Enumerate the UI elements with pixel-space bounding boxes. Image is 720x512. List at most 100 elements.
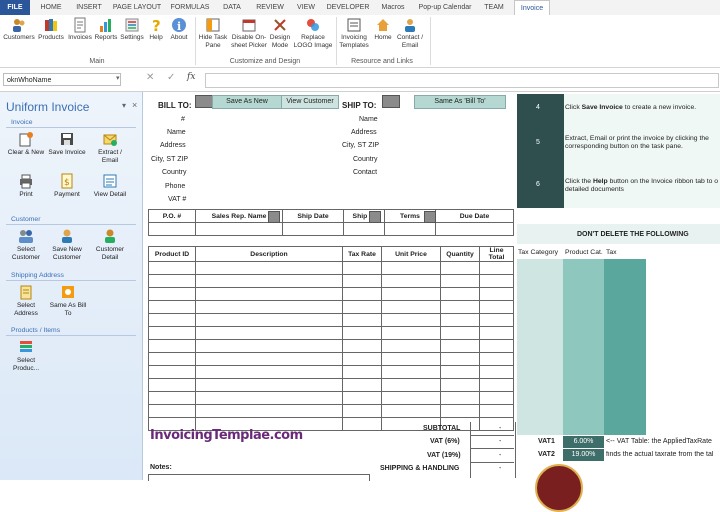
- tab-developer[interactable]: DEVELOPER: [326, 0, 370, 15]
- item-cell[interactable]: [381, 326, 441, 340]
- item-cell[interactable]: [148, 274, 196, 288]
- help-button[interactable]: ? Help: [146, 17, 166, 42]
- pane-dropdown-icon[interactable]: ▾: [122, 101, 126, 110]
- item-cell[interactable]: [440, 378, 480, 392]
- save-new-customer-button[interactable]: Save New Customer: [46, 228, 88, 262]
- item-cell[interactable]: [440, 391, 480, 405]
- item-cell[interactable]: [148, 404, 196, 418]
- vat2-rate[interactable]: 19.00%: [563, 449, 604, 461]
- item-cell[interactable]: [440, 300, 480, 314]
- item-cell[interactable]: [195, 274, 343, 288]
- tab-home[interactable]: HOME: [36, 0, 66, 15]
- item-cell[interactable]: [148, 352, 196, 366]
- item-cell[interactable]: [342, 300, 382, 314]
- item-cell[interactable]: [342, 274, 382, 288]
- item-cell[interactable]: [440, 365, 480, 379]
- item-cell[interactable]: [479, 404, 514, 418]
- item-cell[interactable]: [195, 352, 343, 366]
- item-cell[interactable]: [195, 391, 343, 405]
- save-invoice-button[interactable]: Save Invoice: [46, 131, 88, 157]
- item-cell[interactable]: [148, 365, 196, 379]
- item-cell[interactable]: [440, 326, 480, 340]
- design-mode-button[interactable]: Design Mode: [268, 17, 292, 50]
- tab-team[interactable]: TEAM: [480, 0, 508, 15]
- item-cell[interactable]: [381, 313, 441, 327]
- due-date-cell[interactable]: [435, 222, 514, 236]
- item-cell[interactable]: [342, 339, 382, 353]
- reports-button[interactable]: Reports: [93, 17, 119, 42]
- item-cell[interactable]: [381, 391, 441, 405]
- item-cell[interactable]: [195, 365, 343, 379]
- item-cell[interactable]: [381, 300, 441, 314]
- same-as-bill-to-cell-button[interactable]: Same As 'Bill To': [414, 95, 506, 109]
- replace-logo-button[interactable]: Replace LOGO Image: [292, 17, 334, 50]
- item-cell[interactable]: [148, 326, 196, 340]
- tab-page-layout[interactable]: PAGE LAYOUT: [112, 0, 162, 15]
- item-cell[interactable]: [148, 391, 196, 405]
- item-cell[interactable]: [148, 300, 196, 314]
- item-cell[interactable]: [479, 352, 514, 366]
- item-cell[interactable]: [440, 352, 480, 366]
- item-cell[interactable]: [440, 404, 480, 418]
- print-button[interactable]: Print: [4, 173, 48, 199]
- cancel-entry-icon[interactable]: ✕: [146, 72, 154, 83]
- pane-close-icon[interactable]: ×: [132, 100, 137, 110]
- item-cell[interactable]: [342, 287, 382, 301]
- tab-popup-calendar[interactable]: Pop-up Calendar: [416, 0, 474, 15]
- clear-new-button[interactable]: Clear & New: [4, 131, 48, 157]
- products-button[interactable]: Products: [36, 17, 66, 42]
- item-cell[interactable]: [342, 404, 382, 418]
- item-cell[interactable]: [479, 274, 514, 288]
- item-cell[interactable]: [381, 287, 441, 301]
- item-cell[interactable]: [479, 300, 514, 314]
- tab-invoice[interactable]: Invoice: [514, 0, 550, 16]
- item-cell[interactable]: [479, 378, 514, 392]
- item-cell[interactable]: [342, 352, 382, 366]
- name-box[interactable]: oknWhoName: [3, 73, 121, 86]
- item-cell[interactable]: [195, 378, 343, 392]
- item-cell[interactable]: [342, 417, 382, 431]
- item-cell[interactable]: [479, 326, 514, 340]
- view-detail-button[interactable]: View Detail: [90, 173, 130, 199]
- ship-date-cell[interactable]: [282, 222, 344, 236]
- item-cell[interactable]: [381, 378, 441, 392]
- contact-email-button[interactable]: Contact / Email: [395, 17, 425, 50]
- item-cell[interactable]: [195, 339, 343, 353]
- same-as-bill-to-button[interactable]: Same As Bill To: [46, 284, 90, 318]
- tab-macros[interactable]: Macros: [376, 0, 410, 15]
- payment-button[interactable]: $ Payment: [46, 173, 88, 199]
- item-cell[interactable]: [381, 404, 441, 418]
- bill-to-picker-button[interactable]: [195, 95, 213, 108]
- home-link-button[interactable]: Home: [371, 17, 395, 42]
- item-cell[interactable]: [342, 378, 382, 392]
- ship-via-picker-button[interactable]: [369, 211, 381, 223]
- item-cell[interactable]: [381, 261, 441, 275]
- tab-formulas[interactable]: FORMULAS: [168, 0, 212, 15]
- terms-cell[interactable]: [384, 222, 436, 236]
- item-cell[interactable]: [195, 313, 343, 327]
- item-cell[interactable]: [148, 339, 196, 353]
- disable-picker-button[interactable]: Disable On- sheet Picker: [230, 17, 268, 50]
- item-cell[interactable]: [148, 287, 196, 301]
- item-cell[interactable]: [195, 287, 343, 301]
- ship-via-cell[interactable]: [343, 222, 385, 236]
- item-cell[interactable]: [195, 404, 343, 418]
- item-cell[interactable]: [342, 365, 382, 379]
- enter-entry-icon[interactable]: ✓: [167, 72, 175, 83]
- vat1-rate[interactable]: 6.00%: [563, 436, 604, 448]
- item-cell[interactable]: [440, 287, 480, 301]
- tab-insert[interactable]: INSERT: [72, 0, 106, 15]
- item-cell[interactable]: [342, 313, 382, 327]
- save-as-new-button[interactable]: Save As New: [212, 95, 282, 109]
- item-cell[interactable]: [440, 274, 480, 288]
- sales-rep-picker-button[interactable]: [268, 211, 280, 223]
- settings-button[interactable]: Settings: [118, 17, 146, 42]
- item-cell[interactable]: [440, 313, 480, 327]
- insert-function-icon[interactable]: fx: [187, 72, 195, 82]
- item-cell[interactable]: [195, 326, 343, 340]
- item-cell[interactable]: [479, 261, 514, 275]
- customer-detail-button[interactable]: Customer Detail: [90, 228, 130, 262]
- item-cell[interactable]: [148, 261, 196, 275]
- sales-rep-cell[interactable]: [195, 222, 283, 236]
- item-cell[interactable]: [195, 300, 343, 314]
